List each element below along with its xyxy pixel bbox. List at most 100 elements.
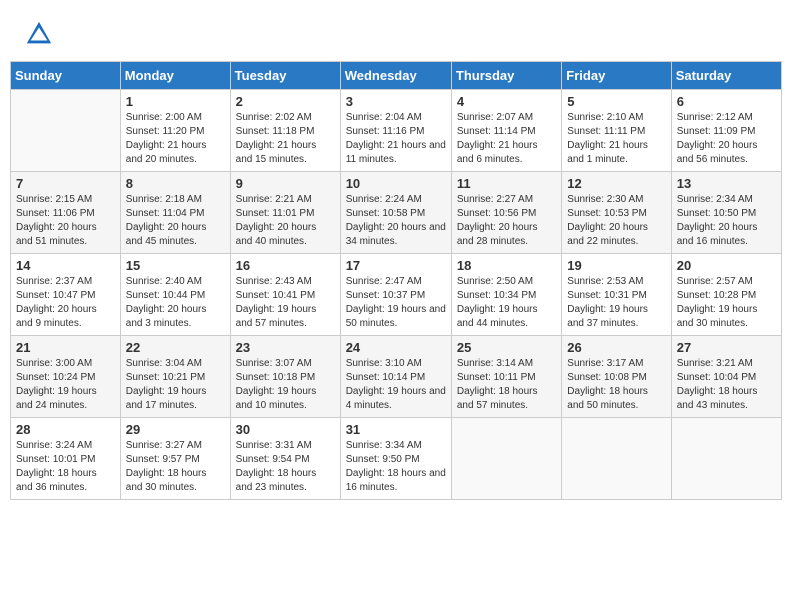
calendar-cell: 26 Sunrise: 3:17 AM Sunset: 10:08 PM Dayl… [562,336,671,418]
day-number: 31 [346,422,446,437]
day-number: 20 [677,258,776,273]
calendar-cell: 25Sunrise: 3:14 AM Sunset: 10:11 PM Dayl… [451,336,561,418]
day-info: Sunrise: 2:50 AM Sunset: 10:34 PM Daylig… [457,275,556,331]
day-number: 27 [677,340,776,355]
day-info: Sunrise: 3:27 AM Sunset: 9:57 PM Dayligh… [126,439,225,495]
calendar-table: SundayMondayTuesdayWednesdayThursdayFrid… [10,61,782,500]
day-number: 14 [16,258,115,273]
day-number: 10 [346,176,446,191]
day-number: 28 [16,422,115,437]
calendar-cell [11,90,121,172]
calendar-cell: 23 Sunrise: 3:07 AM Sunset: 10:18 PM Dayl… [230,336,340,418]
calendar-cell: 15 Sunrise: 2:40 AM Sunset: 10:44 PM Dayl… [120,254,230,336]
day-info: Sunrise: 2:24 AM Sunset: 10:58 PM Daylig… [346,193,446,249]
day-number: 15 [126,258,225,273]
day-number: 24 [346,340,446,355]
day-info: Sunrise: 2:57 AM Sunset: 10:28 PM Daylig… [677,275,776,331]
day-info: Sunrise: 3:17 AM Sunset: 10:08 PM Daylig… [567,357,665,413]
day-number: 30 [236,422,335,437]
day-info: Sunrise: 2:10 AM Sunset: 11:11 PM Daylig… [567,111,665,167]
page-header [10,10,782,53]
day-number: 2 [236,94,335,109]
day-number: 3 [346,94,446,109]
day-number: 13 [677,176,776,191]
day-number: 5 [567,94,665,109]
day-number: 26 [567,340,665,355]
day-info: Sunrise: 2:04 AM Sunset: 11:16 PM Daylig… [346,111,446,167]
day-number: 16 [236,258,335,273]
day-info: Sunrise: 2:40 AM Sunset: 10:44 PM Daylig… [126,275,225,331]
day-number: 9 [236,176,335,191]
day-info: Sunrise: 3:04 AM Sunset: 10:21 PM Daylig… [126,357,225,413]
calendar-cell [671,418,781,500]
calendar-week-row: 28 Sunrise: 3:24 AM Sunset: 10:01 PM Dayl… [11,418,782,500]
day-number: 19 [567,258,665,273]
calendar-cell: 11Sunrise: 2:27 AM Sunset: 10:56 PM Dayl… [451,172,561,254]
calendar-week-row: 1 Sunrise: 2:00 AM Sunset: 11:20 PM Dayli… [11,90,782,172]
calendar-cell: 16Sunrise: 2:43 AM Sunset: 10:41 PM Dayl… [230,254,340,336]
calendar-cell: 9 Sunrise: 2:21 AM Sunset: 11:01 PM Dayli… [230,172,340,254]
calendar-cell: 19 Sunrise: 2:53 AM Sunset: 10:31 PM Dayl… [562,254,671,336]
calendar-cell: 14 Sunrise: 2:37 AM Sunset: 10:47 PM Dayl… [11,254,121,336]
day-info: Sunrise: 2:34 AM Sunset: 10:50 PM Daylig… [677,193,776,249]
weekday-header-sunday: Sunday [11,62,121,90]
calendar-cell: 6 Sunrise: 2:12 AM Sunset: 11:09 PM Dayli… [671,90,781,172]
calendar-cell: 4Sunrise: 2:07 AM Sunset: 11:14 PM Dayli… [451,90,561,172]
calendar-cell: 10 Sunrise: 2:24 AM Sunset: 10:58 PM Dayl… [340,172,451,254]
day-number: 8 [126,176,225,191]
day-info: Sunrise: 2:30 AM Sunset: 10:53 PM Daylig… [567,193,665,249]
weekday-header-friday: Friday [562,62,671,90]
calendar-cell: 7 Sunrise: 2:15 AM Sunset: 11:06 PM Dayli… [11,172,121,254]
weekday-header-tuesday: Tuesday [230,62,340,90]
day-number: 25 [457,340,556,355]
weekday-header-monday: Monday [120,62,230,90]
weekday-header-wednesday: Wednesday [340,62,451,90]
day-number: 23 [236,340,335,355]
calendar-cell: 31Sunrise: 3:34 AM Sunset: 9:50 PM Dayli… [340,418,451,500]
logo-icon [25,20,53,48]
day-info: Sunrise: 2:47 AM Sunset: 10:37 PM Daylig… [346,275,446,331]
day-info: Sunrise: 3:31 AM Sunset: 9:54 PM Dayligh… [236,439,335,495]
calendar-cell: 5 Sunrise: 2:10 AM Sunset: 11:11 PM Dayli… [562,90,671,172]
day-info: Sunrise: 2:18 AM Sunset: 11:04 PM Daylig… [126,193,225,249]
day-info: Sunrise: 2:27 AM Sunset: 10:56 PM Daylig… [457,193,556,249]
calendar-week-row: 7 Sunrise: 2:15 AM Sunset: 11:06 PM Dayli… [11,172,782,254]
day-number: 7 [16,176,115,191]
calendar-cell: 22Sunrise: 3:04 AM Sunset: 10:21 PM Dayl… [120,336,230,418]
calendar-cell: 21 Sunrise: 3:00 AM Sunset: 10:24 PM Dayl… [11,336,121,418]
calendar-cell: 28 Sunrise: 3:24 AM Sunset: 10:01 PM Dayl… [11,418,121,500]
calendar-cell: 17Sunrise: 2:47 AM Sunset: 10:37 PM Dayl… [340,254,451,336]
day-info: Sunrise: 3:00 AM Sunset: 10:24 PM Daylig… [16,357,115,413]
calendar-cell: 24Sunrise: 3:10 AM Sunset: 10:14 PM Dayl… [340,336,451,418]
day-info: Sunrise: 3:21 AM Sunset: 10:04 PM Daylig… [677,357,776,413]
day-info: Sunrise: 2:02 AM Sunset: 11:18 PM Daylig… [236,111,335,167]
calendar-cell: 2 Sunrise: 2:02 AM Sunset: 11:18 PM Dayli… [230,90,340,172]
day-info: Sunrise: 3:24 AM Sunset: 10:01 PM Daylig… [16,439,115,495]
day-info: Sunrise: 2:37 AM Sunset: 10:47 PM Daylig… [16,275,115,331]
weekday-header-thursday: Thursday [451,62,561,90]
day-info: Sunrise: 2:12 AM Sunset: 11:09 PM Daylig… [677,111,776,167]
day-number: 6 [677,94,776,109]
day-number: 12 [567,176,665,191]
day-info: Sunrise: 2:15 AM Sunset: 11:06 PM Daylig… [16,193,115,249]
calendar-cell: 8 Sunrise: 2:18 AM Sunset: 11:04 PM Dayli… [120,172,230,254]
calendar-cell: 18 Sunrise: 2:50 AM Sunset: 10:34 PM Dayl… [451,254,561,336]
day-number: 18 [457,258,556,273]
day-number: 1 [126,94,225,109]
calendar-cell: 27 Sunrise: 3:21 AM Sunset: 10:04 PM Dayl… [671,336,781,418]
day-info: Sunrise: 3:07 AM Sunset: 10:18 PM Daylig… [236,357,335,413]
weekday-header-saturday: Saturday [671,62,781,90]
day-info: Sunrise: 2:53 AM Sunset: 10:31 PM Daylig… [567,275,665,331]
calendar-cell: 1 Sunrise: 2:00 AM Sunset: 11:20 PM Dayli… [120,90,230,172]
calendar-cell [451,418,561,500]
day-info: Sunrise: 2:21 AM Sunset: 11:01 PM Daylig… [236,193,335,249]
logo [25,20,57,48]
calendar-cell: 3 Sunrise: 2:04 AM Sunset: 11:16 PM Dayli… [340,90,451,172]
calendar-cell: 12 Sunrise: 2:30 AM Sunset: 10:53 PM Dayl… [562,172,671,254]
day-number: 29 [126,422,225,437]
day-number: 4 [457,94,556,109]
calendar-week-row: 14 Sunrise: 2:37 AM Sunset: 10:47 PM Dayl… [11,254,782,336]
calendar-cell: 30 Sunrise: 3:31 AM Sunset: 9:54 PM Dayli… [230,418,340,500]
day-info: Sunrise: 2:00 AM Sunset: 11:20 PM Daylig… [126,111,225,167]
day-number: 21 [16,340,115,355]
